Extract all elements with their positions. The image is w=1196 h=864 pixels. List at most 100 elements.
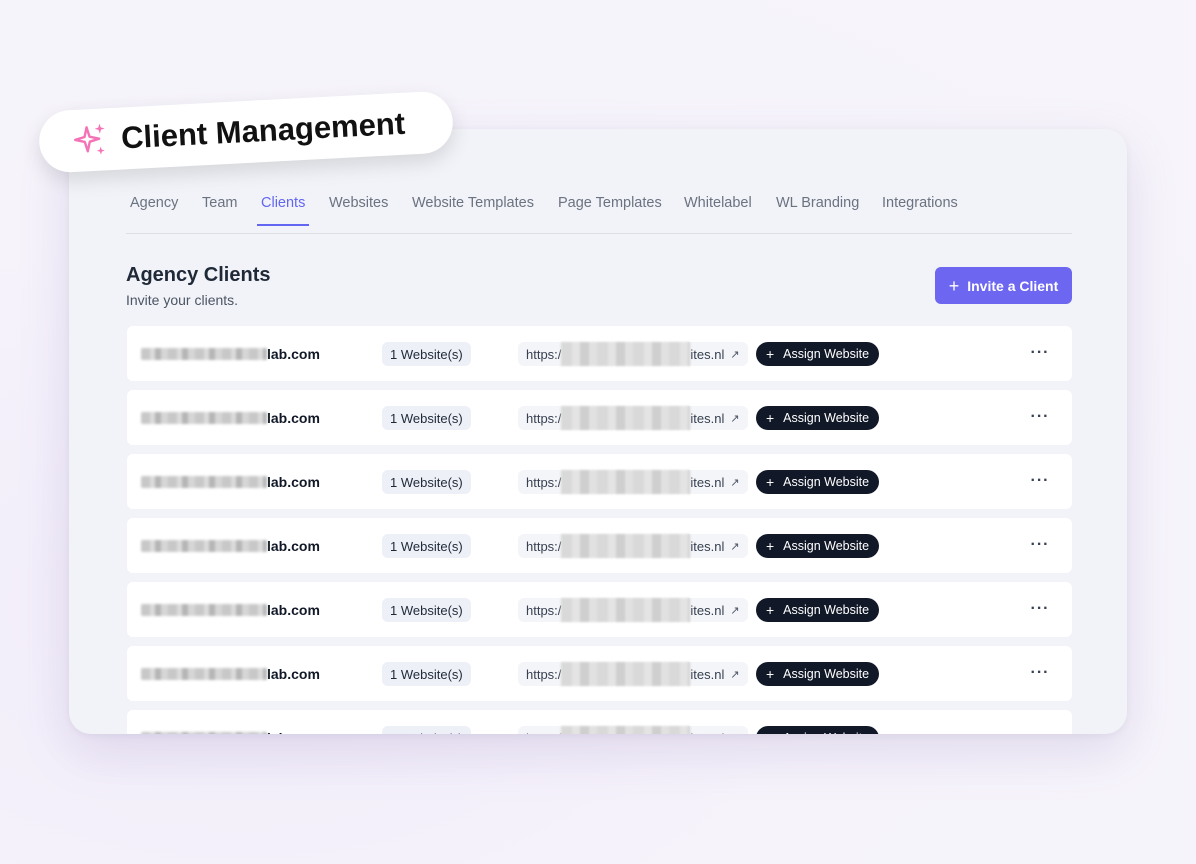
table-row: lab.com 1 Website(s) https:/ ites.nl ↗ +…	[127, 454, 1072, 509]
assign-website-label: Assign Website	[783, 539, 870, 553]
assign-website-label: Assign Website	[783, 347, 870, 361]
website-url-link[interactable]: https:/ ites.nl ↗	[518, 406, 748, 430]
website-url-link[interactable]: https:/ ites.nl ↗	[518, 662, 748, 686]
table-row: lab.com 1 Website(s) https:/ ites.nl ↗ +…	[127, 646, 1072, 701]
table-row: lab.com 1 Website(s) https:/ ites.nl ↗ +…	[127, 582, 1072, 637]
redacted-email	[141, 411, 267, 424]
website-url-link[interactable]: https:/ ites.nl ↗	[518, 342, 748, 366]
tab-wl-branding[interactable]: WL Branding	[776, 195, 859, 224]
external-link-icon: ↗	[730, 348, 740, 361]
url-prefix: https:/	[526, 538, 562, 554]
url-suffix: ites.nl	[690, 474, 725, 490]
email-suffix: lab.com	[267, 730, 320, 735]
external-link-icon: ↗	[730, 412, 740, 425]
client-management-panel: Agency Team Clients Websites Website Tem…	[69, 129, 1127, 734]
plus-icon: +	[766, 731, 774, 734]
section-title: Agency Clients	[126, 264, 271, 286]
website-url-link[interactable]: https:/ ites.nl ↗	[518, 726, 748, 734]
more-options-icon[interactable]: ···	[1028, 469, 1052, 493]
more-options-icon[interactable]: ···	[1028, 533, 1052, 557]
url-prefix: https:/	[526, 410, 562, 426]
more-options-icon[interactable]: ···	[1028, 661, 1052, 685]
assign-website-button[interactable]: + Assign Website	[756, 662, 879, 686]
url-prefix: https:/	[526, 602, 562, 618]
plus-icon: +	[765, 474, 775, 490]
assign-website-button[interactable]: + Assign Website	[756, 726, 879, 734]
url-suffix: ites.nl	[690, 602, 725, 618]
plus-icon: +	[765, 346, 775, 362]
assign-website-button[interactable]: + Assign Website	[756, 470, 879, 494]
assign-website-button[interactable]: + Assign Website	[756, 342, 879, 366]
assign-website-button[interactable]: + Assign Website	[756, 406, 879, 430]
client-email: lab.com	[141, 582, 320, 637]
tab-agency[interactable]: Agency	[130, 195, 178, 224]
website-count-badge: 1 Website(s)	[382, 726, 471, 734]
redacted-email	[141, 347, 267, 360]
url-suffix: ites.nl	[690, 666, 725, 682]
more-options-icon[interactable]: ···	[1028, 341, 1052, 365]
table-row: lab.com 1 Website(s) https:/ ites.nl ↗ +…	[127, 326, 1072, 381]
redacted-url	[561, 534, 691, 558]
table-row: lab.com 1 Website(s) https:/ ites.nl ↗ +…	[127, 390, 1072, 445]
email-suffix: lab.com	[267, 409, 320, 426]
tab-clients[interactable]: Clients	[257, 195, 310, 226]
url-prefix: https:/	[526, 474, 562, 490]
website-count-badge: 1 Website(s)	[382, 534, 471, 558]
url-prefix: https:/	[526, 346, 562, 362]
external-link-icon: ↗	[730, 476, 740, 489]
external-link-icon: ↗	[730, 540, 740, 553]
website-count-badge: 1 Website(s)	[382, 342, 471, 366]
redacted-url	[561, 342, 691, 366]
section-subtitle: Invite your clients.	[126, 292, 239, 308]
assign-website-button[interactable]: + Assign Website	[756, 598, 879, 622]
tab-websites[interactable]: Websites	[329, 195, 388, 224]
banner-title: Client Management	[120, 105, 406, 156]
more-options-icon[interactable]: ···	[1028, 405, 1052, 429]
url-suffix: ites.nl	[690, 346, 725, 362]
website-url-link[interactable]: https:/ ites.nl ↗	[518, 470, 748, 494]
external-link-icon: ↗	[730, 732, 739, 735]
more-options-icon[interactable]: ···	[1028, 597, 1052, 621]
email-suffix: lab.com	[267, 473, 320, 490]
email-suffix: lab.com	[267, 345, 320, 362]
website-url-link[interactable]: https:/ ites.nl ↗	[518, 534, 748, 558]
plus-icon: +	[765, 602, 775, 618]
redacted-url	[561, 406, 691, 430]
redacted-email	[141, 731, 267, 734]
website-count-badge: 1 Website(s)	[382, 470, 471, 494]
url-prefix: https:/	[526, 731, 561, 735]
external-link-icon: ↗	[730, 604, 740, 617]
email-suffix: lab.com	[267, 601, 320, 618]
redacted-url	[561, 598, 691, 622]
client-email: lab.com	[141, 390, 320, 445]
redacted-email	[141, 475, 267, 488]
redacted-url	[561, 726, 691, 734]
client-email: lab.com	[141, 646, 320, 701]
tab-team[interactable]: Team	[202, 195, 237, 224]
tab-website-templates[interactable]: Website Templates	[412, 195, 534, 224]
assign-website-button[interactable]: + Assign Website	[756, 534, 879, 558]
invite-client-label: Invite a Client	[967, 277, 1059, 294]
more-options-icon[interactable]: ···	[1028, 725, 1052, 734]
redacted-url	[561, 470, 691, 494]
website-url-link[interactable]: https:/ ites.nl ↗	[518, 598, 748, 622]
invite-client-button[interactable]: + Invite a Client	[935, 267, 1072, 304]
tab-whitelabel[interactable]: Whitelabel	[684, 195, 752, 224]
external-link-icon: ↗	[730, 668, 740, 681]
tab-integrations[interactable]: Integrations	[882, 195, 958, 224]
table-row: lab.com 1 Website(s) https:/ ites.nl ↗ +…	[127, 518, 1072, 573]
website-count-badge: 1 Website(s)	[382, 662, 471, 686]
url-suffix: ites.nl	[690, 538, 725, 554]
email-suffix: lab.com	[267, 537, 320, 554]
table-row: lab.com 1 Website(s) https:/ ites.nl ↗ +…	[127, 710, 1072, 734]
assign-website-label: Assign Website	[783, 475, 870, 489]
plus-icon: +	[765, 410, 775, 426]
url-prefix: https:/	[526, 666, 562, 682]
sparkles-icon	[73, 123, 105, 155]
plus-icon: +	[948, 275, 960, 296]
assign-website-label: Assign Website	[783, 603, 870, 617]
client-email: lab.com	[141, 454, 320, 509]
client-email: lab.com	[141, 326, 320, 381]
tab-page-templates[interactable]: Page Templates	[558, 195, 662, 224]
redacted-email	[141, 603, 267, 616]
